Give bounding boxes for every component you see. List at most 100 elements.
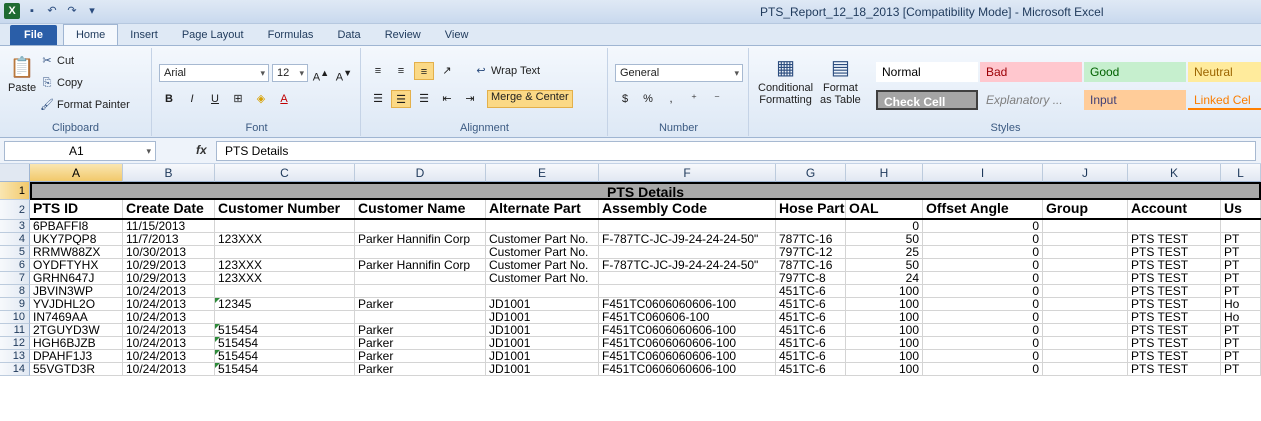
cell-d[interactable] bbox=[355, 311, 486, 324]
cell-b[interactable]: 10/29/2013 bbox=[123, 272, 215, 285]
cell-g[interactable]: 451TC-6 bbox=[776, 298, 846, 311]
format-as-table-button[interactable]: ▤ Format as Table bbox=[820, 54, 861, 106]
cell-e[interactable]: JD1001 bbox=[486, 311, 599, 324]
cell-h[interactable]: 50 bbox=[846, 259, 923, 272]
cell-f[interactable]: F451TC0606060606-100 bbox=[599, 350, 776, 363]
cell-h[interactable]: 100 bbox=[846, 324, 923, 337]
column-header-k[interactable]: K bbox=[1128, 164, 1221, 182]
cell-a[interactable]: JBVIN3WP bbox=[30, 285, 123, 298]
cell-i[interactable]: 0 bbox=[923, 233, 1043, 246]
cell-b[interactable]: 11/7/2013 bbox=[123, 233, 215, 246]
spreadsheet-grid[interactable]: A B C D E F G H I J K L 1 PTS Details 2 PTS ID Create Da… bbox=[0, 164, 1261, 421]
underline-button[interactable]: U bbox=[205, 90, 225, 108]
cell-b[interactable]: 10/24/2013 bbox=[123, 337, 215, 350]
row-header[interactable]: 6 bbox=[0, 259, 30, 272]
cell-e[interactable]: Customer Part No. bbox=[486, 272, 599, 285]
save-icon[interactable]: ▪ bbox=[24, 3, 40, 19]
cell-g[interactable]: 451TC-6 bbox=[776, 311, 846, 324]
cell-a[interactable]: RRMW88ZX bbox=[30, 246, 123, 259]
cell-k[interactable]: PTS TEST bbox=[1128, 298, 1221, 311]
column-header-j[interactable]: J bbox=[1043, 164, 1128, 182]
cell-d[interactable] bbox=[355, 272, 486, 285]
cell-l[interactable]: PT bbox=[1221, 324, 1261, 337]
borders-icon[interactable]: ⊞ bbox=[228, 90, 248, 108]
cell-j[interactable] bbox=[1043, 220, 1128, 233]
column-header-e[interactable]: E bbox=[486, 164, 599, 182]
cell-h[interactable]: 100 bbox=[846, 285, 923, 298]
row-header[interactable]: 4 bbox=[0, 233, 30, 246]
cell-c[interactable]: 515454 bbox=[215, 363, 355, 376]
row-header[interactable]: 10 bbox=[0, 311, 30, 324]
wrap-text-button[interactable]: Wrap Text bbox=[491, 65, 540, 77]
conditional-formatting-button[interactable]: ▦ Conditional Formatting bbox=[758, 54, 813, 106]
cell-k[interactable]: PTS TEST bbox=[1128, 285, 1221, 298]
cell-l[interactable] bbox=[1221, 220, 1261, 233]
cell-k[interactable]: PTS TEST bbox=[1128, 259, 1221, 272]
cell-e[interactable] bbox=[486, 220, 599, 233]
cell-c[interactable] bbox=[215, 311, 355, 324]
column-header-l[interactable]: L bbox=[1221, 164, 1261, 182]
cell-j[interactable] bbox=[1043, 324, 1128, 337]
cell-e[interactable]: JD1001 bbox=[486, 350, 599, 363]
align-middle-icon[interactable]: ≡ bbox=[391, 62, 411, 80]
header-cell[interactable]: Hose Part bbox=[776, 200, 846, 220]
cell-a[interactable]: UKY7PQP8 bbox=[30, 233, 123, 246]
cell-l[interactable]: PT bbox=[1221, 233, 1261, 246]
cell-i[interactable]: 0 bbox=[923, 311, 1043, 324]
style-check-cell[interactable]: Check Cell bbox=[876, 90, 978, 110]
shrink-font-icon[interactable]: A▼ bbox=[334, 64, 354, 84]
cell-l[interactable]: PT bbox=[1221, 285, 1261, 298]
cell-b[interactable]: 10/24/2013 bbox=[123, 350, 215, 363]
style-explanatory[interactable]: Explanatory ... bbox=[980, 90, 1082, 110]
cell-k[interactable]: PTS TEST bbox=[1128, 272, 1221, 285]
cell-f[interactable]: F451TC0606060606-100 bbox=[599, 298, 776, 311]
tab-home[interactable]: Home bbox=[62, 24, 119, 45]
increase-decimal-icon[interactable]: ⁺ bbox=[684, 90, 704, 108]
cell-i[interactable]: 0 bbox=[923, 350, 1043, 363]
row-header[interactable]: 14 bbox=[0, 363, 30, 376]
header-cell[interactable]: OAL bbox=[846, 200, 923, 220]
cell-d[interactable] bbox=[355, 285, 486, 298]
cell-i[interactable]: 0 bbox=[923, 298, 1043, 311]
cell-f[interactable]: F451TC0606060606-100 bbox=[599, 363, 776, 376]
header-cell[interactable]: Alternate Part bbox=[486, 200, 599, 220]
cell-j[interactable] bbox=[1043, 298, 1128, 311]
cell-g[interactable]: 797TC-12 bbox=[776, 246, 846, 259]
cell-h[interactable]: 100 bbox=[846, 311, 923, 324]
cell-j[interactable] bbox=[1043, 272, 1128, 285]
cell-g[interactable]: 451TC-6 bbox=[776, 363, 846, 376]
cell-i[interactable]: 0 bbox=[923, 220, 1043, 233]
tab-data[interactable]: Data bbox=[325, 25, 372, 45]
align-center-icon[interactable]: ☰ bbox=[391, 90, 411, 108]
cell-g[interactable]: 797TC-8 bbox=[776, 272, 846, 285]
cell-f[interactable]: F451TC0606060606-100 bbox=[599, 337, 776, 350]
cell-b[interactable]: 10/30/2013 bbox=[123, 246, 215, 259]
cell-l[interactable]: PT bbox=[1221, 350, 1261, 363]
row-header[interactable]: 9 bbox=[0, 298, 30, 311]
font-size-select[interactable]: 12 bbox=[272, 64, 308, 82]
cell-a[interactable]: 2TGUYD3W bbox=[30, 324, 123, 337]
cell-k[interactable]: PTS TEST bbox=[1128, 363, 1221, 376]
cell-e[interactable]: Customer Part No. bbox=[486, 246, 599, 259]
column-header-b[interactable]: B bbox=[123, 164, 215, 182]
cell-l[interactable]: PT bbox=[1221, 363, 1261, 376]
cell-k[interactable]: PTS TEST bbox=[1128, 233, 1221, 246]
format-painter-button[interactable]: 🖌 Format Painter bbox=[40, 98, 130, 112]
paste-button[interactable]: 📋 Paste bbox=[8, 54, 36, 94]
cell-e[interactable]: Customer Part No. bbox=[486, 259, 599, 272]
cell-g[interactable]: 451TC-6 bbox=[776, 350, 846, 363]
cell-d[interactable] bbox=[355, 246, 486, 259]
column-header-a[interactable]: A bbox=[30, 164, 123, 182]
cell-h[interactable]: 50 bbox=[846, 233, 923, 246]
cell-k[interactable]: PTS TEST bbox=[1128, 246, 1221, 259]
cell-c[interactable] bbox=[215, 246, 355, 259]
cell-c[interactable]: 12345 bbox=[215, 298, 355, 311]
percent-icon[interactable]: % bbox=[638, 90, 658, 108]
cell-d[interactable]: Parker Hannifin Corp bbox=[355, 233, 486, 246]
cell-h[interactable]: 100 bbox=[846, 363, 923, 376]
cell-i[interactable]: 0 bbox=[923, 324, 1043, 337]
cell-e[interactable]: JD1001 bbox=[486, 324, 599, 337]
cell-l[interactable]: PT bbox=[1221, 259, 1261, 272]
cell-j[interactable] bbox=[1043, 350, 1128, 363]
align-right-icon[interactable]: ☰ bbox=[414, 90, 434, 108]
